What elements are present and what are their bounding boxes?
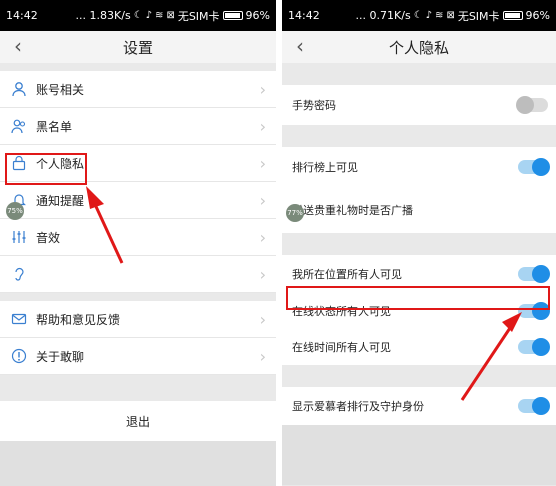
settings-screen: 14:42 ... 1.83K/s ☾ ♪ ≋ ⊠ 无SIM卡 96% ‹ 设置… bbox=[0, 0, 276, 486]
privacy-screen: 14:42 ... 0.71K/s ☾ ♪ ≋ ⊠ 无SIM卡 96% ‹ 个人… bbox=[282, 0, 556, 486]
annotation-arrow bbox=[460, 312, 522, 401]
annotation-arrow bbox=[86, 186, 124, 264]
